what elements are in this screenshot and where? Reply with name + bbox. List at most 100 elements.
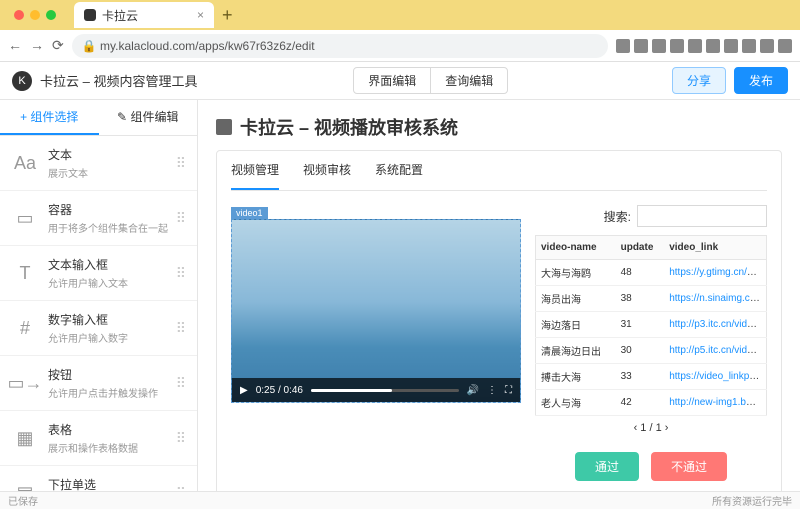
extension-icon[interactable] (778, 39, 792, 53)
extension-icon[interactable] (742, 39, 756, 53)
component-item[interactable]: # 数字输入框 允许用户输入数字 ⠿ (0, 301, 197, 356)
table-row[interactable]: 清晨海边日出 30 http://p5.itc.cn/video_lin... (536, 338, 767, 364)
cell-name: 海边落日 (536, 312, 616, 338)
browser-tab[interactable]: 卡拉云 × (74, 2, 214, 28)
play-icon[interactable]: ▶ (240, 385, 248, 396)
right-column: 搜索: video-name update video_link 大海与海鸥 4… (535, 205, 767, 481)
table-row[interactable]: 老人与海 42 http://new-img1.bazaar.n... (536, 390, 767, 416)
window-controls[interactable] (8, 10, 62, 20)
drag-handle-icon[interactable]: ⠿ (176, 320, 185, 337)
progress-bar[interactable] (311, 389, 459, 392)
col-update[interactable]: update (616, 236, 665, 260)
component-desc: 展示文本 (48, 165, 176, 180)
component-item[interactable]: ▭→ 按钮 允许用户点击并触发操作 ⠿ (0, 356, 197, 411)
save-status: 已保存 (8, 493, 38, 508)
tab-video-review[interactable]: 视频审核 (303, 151, 351, 190)
tab-bar: 卡拉云 × + (0, 0, 800, 30)
component-desc: 允许用户输入文本 (48, 275, 176, 290)
table-row[interactable]: 海边落日 31 http://p3.itc.cn/video_lin... (536, 312, 767, 338)
drag-handle-icon[interactable]: ⠿ (176, 485, 185, 492)
extension-icon[interactable] (724, 39, 738, 53)
fullscreen-icon[interactable]: ⛶ (505, 385, 512, 396)
pagination[interactable]: ‹ 1 / 1 › (535, 416, 767, 440)
tab-component-edit[interactable]: ✎ 组件编辑 (99, 100, 198, 135)
component-title: 文本 (48, 146, 176, 163)
content-tabs: 视频管理 视频审核 系统配置 (231, 151, 767, 191)
favicon-icon (84, 9, 96, 21)
col-link[interactable]: video_link (664, 236, 766, 260)
video-link[interactable]: http://p3.itc.cn/video_lin... (669, 319, 766, 330)
seg-ui-edit[interactable]: 界面编辑 (354, 68, 431, 93)
component-title: 容器 (48, 201, 176, 218)
extension-icon[interactable] (616, 39, 630, 53)
drag-handle-icon[interactable]: ⠿ (176, 155, 185, 172)
tab-component-select[interactable]: + 组件选择 (0, 100, 99, 135)
extension-icon[interactable] (688, 39, 702, 53)
component-item[interactable]: ▦ 表格 展示和操作表格数据 ⠿ (0, 411, 197, 466)
content-card: 视频管理 视频审核 系统配置 video1 ▶ 0:25 / 0:46 🔊 ⋮ … (216, 150, 782, 491)
new-tab-button[interactable]: + (222, 5, 233, 26)
tab-video-manage[interactable]: 视频管理 (231, 151, 279, 190)
col-name[interactable]: video-name (536, 236, 616, 260)
minimize-window-icon[interactable] (30, 10, 40, 20)
video-link[interactable]: https://n.sinaimg.cn/sina... (669, 293, 766, 304)
search-input[interactable] (637, 205, 767, 227)
url-text: my.kalacloud.com/apps/kw67r63z6z/edit (100, 39, 315, 53)
table-row[interactable]: 搏击大海 33 https://video_linkpphclou... (536, 364, 767, 390)
component-item[interactable]: Aa 文本 展示文本 ⠿ (0, 136, 197, 191)
video-link[interactable]: https://video_linkpphclou... (669, 371, 766, 382)
drag-handle-icon[interactable]: ⠿ (176, 210, 185, 227)
layout: + 组件选择 ✎ 组件编辑 Aa 文本 展示文本 ⠿▭ 容器 用于将多个组件集合… (0, 100, 800, 491)
reload-icon[interactable]: ⟳ (52, 37, 64, 54)
cell-name: 大海与海鸥 (536, 260, 616, 286)
maximize-window-icon[interactable] (46, 10, 56, 20)
cell-update: 33 (616, 364, 665, 390)
extension-icon[interactable] (652, 39, 666, 53)
address-bar: ← → ⟳ 🔒 my.kalacloud.com/apps/kw67r63z6z… (0, 30, 800, 62)
component-desc: 展示和操作表格数据 (48, 440, 176, 455)
component-item[interactable]: ▤ 下拉单选 用于允许用户选择选项 ⠿ (0, 466, 197, 491)
approve-button[interactable]: 通过 (575, 452, 639, 481)
url-input[interactable]: 🔒 my.kalacloud.com/apps/kw67r63z6z/edit (72, 34, 608, 58)
back-icon[interactable]: ← (8, 37, 22, 54)
forward-icon[interactable]: → (30, 37, 44, 54)
search-row: 搜索: (535, 205, 767, 227)
table-row[interactable]: 海员出海 38 https://n.sinaimg.cn/sina... (536, 286, 767, 312)
video-link[interactable]: https://y.gtimg.cn/music... (669, 267, 766, 278)
cell-name: 海员出海 (536, 286, 616, 312)
extension-icon[interactable] (760, 39, 774, 53)
component-title: 数字输入框 (48, 311, 176, 328)
component-item[interactable]: T 文本输入框 允许用户输入文本 ⠿ (0, 246, 197, 301)
run-status: 所有资源运行完毕 (712, 493, 792, 508)
logo-icon: K (12, 71, 32, 91)
volume-icon[interactable]: 🔊 (467, 385, 479, 396)
drag-handle-icon[interactable]: ⠿ (176, 430, 185, 447)
video-link[interactable]: http://p5.itc.cn/video_lin... (669, 345, 766, 356)
component-icon: Aa (12, 150, 38, 176)
status-bar: 已保存 所有资源运行完毕 (0, 491, 800, 509)
video-player[interactable]: ▶ 0:25 / 0:46 🔊 ⋮ ⛶ (231, 219, 521, 403)
close-tab-icon[interactable]: × (197, 8, 204, 22)
disk-icon (216, 119, 232, 135)
component-item[interactable]: ▭ 容器 用于将多个组件集合在一起 ⠿ (0, 191, 197, 246)
seg-query-edit[interactable]: 查询编辑 (431, 68, 507, 93)
extension-icon[interactable] (670, 39, 684, 53)
video-link[interactable]: http://new-img1.bazaar.n... (669, 397, 766, 408)
cell-link: http://p3.itc.cn/video_lin... (664, 312, 766, 338)
tab-system-config[interactable]: 系统配置 (375, 151, 423, 190)
drag-handle-icon[interactable]: ⠿ (176, 265, 185, 282)
component-desc: 允许用户输入数字 (48, 330, 176, 345)
close-window-icon[interactable] (14, 10, 24, 20)
component-label[interactable]: video1 (231, 207, 268, 219)
table-row[interactable]: 大海与海鸥 48 https://y.gtimg.cn/music... (536, 260, 767, 286)
menu-icon[interactable]: ⋮ (487, 385, 497, 396)
video-table: video-name update video_link 大海与海鸥 48 ht… (535, 235, 767, 416)
publish-button[interactable]: 发布 (734, 67, 788, 94)
extension-icon[interactable] (706, 39, 720, 53)
share-button[interactable]: 分享 (672, 67, 726, 94)
extension-icon[interactable] (634, 39, 648, 53)
cell-link: https://video_linkpphclou... (664, 364, 766, 390)
cell-name: 清晨海边日出 (536, 338, 616, 364)
reject-button[interactable]: 不通过 (651, 452, 727, 481)
drag-handle-icon[interactable]: ⠿ (176, 375, 185, 392)
